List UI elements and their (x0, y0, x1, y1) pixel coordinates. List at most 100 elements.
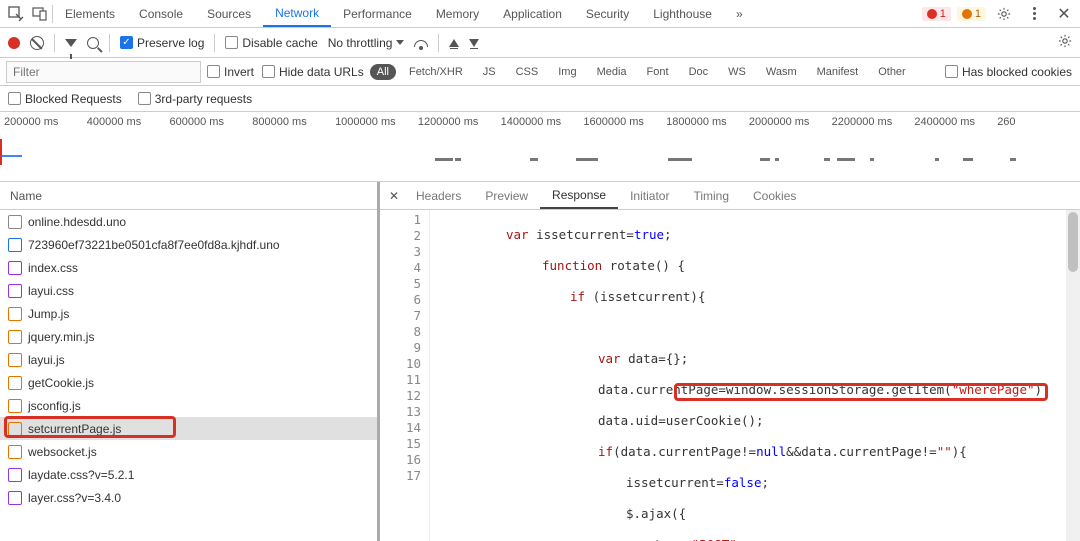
detail-tab-response[interactable]: Response (540, 182, 618, 209)
tab-console[interactable]: Console (127, 0, 195, 27)
invert-checkbox[interactable]: Invert (207, 65, 254, 79)
close-detail-icon[interactable]: ✕ (384, 189, 404, 203)
line-number: 10 (380, 356, 421, 372)
request-item[interactable]: layui.css (0, 279, 377, 302)
blocked-requests-checkbox[interactable]: Blocked Requests (8, 92, 122, 106)
line-number: 16 (380, 452, 421, 468)
record-button[interactable] (8, 37, 20, 49)
preserve-log-checkbox[interactable]: Preserve log (120, 36, 204, 50)
tab-performance[interactable]: Performance (331, 0, 424, 27)
timeline-label: 400000 ms (87, 116, 170, 128)
js-file-icon (8, 445, 22, 459)
filter-input[interactable] (6, 61, 201, 83)
upload-har-icon[interactable] (449, 39, 459, 47)
disable-cache-checkbox[interactable]: Disable cache (225, 36, 317, 50)
line-number: 3 (380, 244, 421, 260)
timeline-segment (455, 158, 461, 161)
close-devtools-icon[interactable]: ✕ (1052, 2, 1076, 26)
timeline-label: 1400000 ms (501, 116, 584, 128)
request-item[interactable]: layui.js (0, 348, 377, 371)
warning-badge[interactable]: 1 (957, 7, 986, 21)
request-item[interactable]: layer.css?v=3.4.0 (0, 486, 377, 509)
timeline-segment (824, 158, 830, 161)
js-file-icon (8, 422, 22, 436)
request-item[interactable]: jquery.min.js (0, 325, 377, 348)
filter-type-all[interactable]: All (370, 64, 396, 80)
request-name: 723960ef73221be0501cfa8f7ee0fd8a.kjhdf.u… (28, 238, 280, 252)
request-item[interactable]: jsconfig.js (0, 394, 377, 417)
inspect-icon[interactable] (4, 2, 28, 26)
tab-elements[interactable]: Elements (53, 0, 127, 27)
scrollbar[interactable] (1066, 210, 1080, 541)
timeline-label: 1200000 ms (418, 116, 501, 128)
hide-data-urls-checkbox[interactable]: Hide data URLs (262, 65, 364, 79)
line-numbers: 1234567891011121314151617 (380, 210, 430, 541)
request-item[interactable]: online.hdesdd.uno (0, 210, 377, 233)
search-icon[interactable] (87, 37, 99, 49)
request-item[interactable]: 723960ef73221be0501cfa8f7ee0fd8a.kjhdf.u… (0, 233, 377, 256)
filter-type-img[interactable]: Img (551, 64, 583, 80)
detail-tab-initiator[interactable]: Initiator (618, 182, 681, 209)
requests-list[interactable]: online.hdesdd.uno 723960ef73221be0501cfa8… (0, 210, 377, 541)
filter-type-fetchxhr[interactable]: Fetch/XHR (402, 64, 470, 80)
third-party-checkbox[interactable]: 3rd-party requests (138, 92, 252, 106)
request-name: laydate.css?v=5.2.1 (28, 468, 134, 482)
tab-sources[interactable]: Sources (195, 0, 263, 27)
filter-type-manifest[interactable]: Manifest (810, 64, 866, 80)
device-icon[interactable] (28, 2, 52, 26)
filter-type-css[interactable]: CSS (509, 64, 546, 80)
css-file-icon (8, 468, 22, 482)
request-item[interactable]: websocket.js (0, 440, 377, 463)
filter-type-ws[interactable]: WS (721, 64, 753, 80)
tab-application[interactable]: Application (491, 0, 574, 27)
request-name: Jump.js (28, 307, 69, 321)
timeline-label: 2400000 ms (914, 116, 997, 128)
request-item[interactable]: getCookie.js (0, 371, 377, 394)
network-conditions-icon[interactable] (414, 36, 428, 50)
settings-icon[interactable] (992, 2, 1016, 26)
download-har-icon[interactable] (469, 39, 479, 47)
filter-icon[interactable] (65, 39, 77, 47)
request-item[interactable]: Jump.js (0, 302, 377, 325)
filter-type-js[interactable]: JS (476, 64, 503, 80)
timeline-track (0, 151, 1080, 165)
blocked-cookies-checkbox[interactable]: Has blocked cookies (945, 65, 1072, 79)
line-number: 9 (380, 340, 421, 356)
doc-file-icon (8, 215, 22, 229)
line-number: 2 (380, 228, 421, 244)
filter-type-wasm[interactable]: Wasm (759, 64, 804, 80)
request-name: websocket.js (28, 445, 97, 459)
detail-tab-headers[interactable]: Headers (404, 182, 473, 209)
error-badge[interactable]: 1 (922, 7, 951, 21)
more-menu-icon[interactable] (1022, 2, 1046, 26)
tab-lighthouse[interactable]: Lighthouse (641, 0, 724, 27)
request-item[interactable]: index.css (0, 256, 377, 279)
column-header-name[interactable]: Name (0, 182, 377, 210)
network-settings-icon[interactable] (1058, 34, 1072, 51)
detail-tab-preview[interactable]: Preview (473, 182, 540, 209)
request-item[interactable]: laydate.css?v=5.2.1 (0, 463, 377, 486)
timeline-overview[interactable]: 200000 ms400000 ms600000 ms800000 ms1000… (0, 112, 1080, 182)
tab-memory[interactable]: Memory (424, 0, 491, 27)
devtools-top-tabs: ElementsConsoleSourcesNetworkPerformance… (0, 0, 1080, 28)
filter-type-media[interactable]: Media (590, 64, 634, 80)
clear-button[interactable] (30, 36, 44, 50)
detail-tab-cookies[interactable]: Cookies (741, 182, 808, 209)
timeline-segment (963, 158, 973, 161)
filter-type-other[interactable]: Other (871, 64, 913, 80)
response-body[interactable]: 1234567891011121314151617 var issetcurre… (380, 210, 1080, 541)
detail-tab-timing[interactable]: Timing (681, 182, 741, 209)
filter-type-font[interactable]: Font (640, 64, 676, 80)
filter-type-doc[interactable]: Doc (682, 64, 716, 80)
tab-network[interactable]: Network (263, 0, 331, 27)
request-item[interactable]: setcurrentPage.js (0, 417, 377, 440)
throttling-select[interactable]: No throttling (328, 36, 405, 50)
tab-security[interactable]: Security (574, 0, 641, 27)
timeline-label: 1600000 ms (583, 116, 666, 128)
more-tabs[interactable]: » (724, 7, 755, 21)
timeline-label: 2200000 ms (832, 116, 915, 128)
request-name: layer.css?v=3.4.0 (28, 491, 121, 505)
timeline-segment (1010, 158, 1016, 161)
code-content: var issetcurrent=true; function rotate()… (430, 210, 1066, 541)
js-file-icon (8, 376, 22, 390)
